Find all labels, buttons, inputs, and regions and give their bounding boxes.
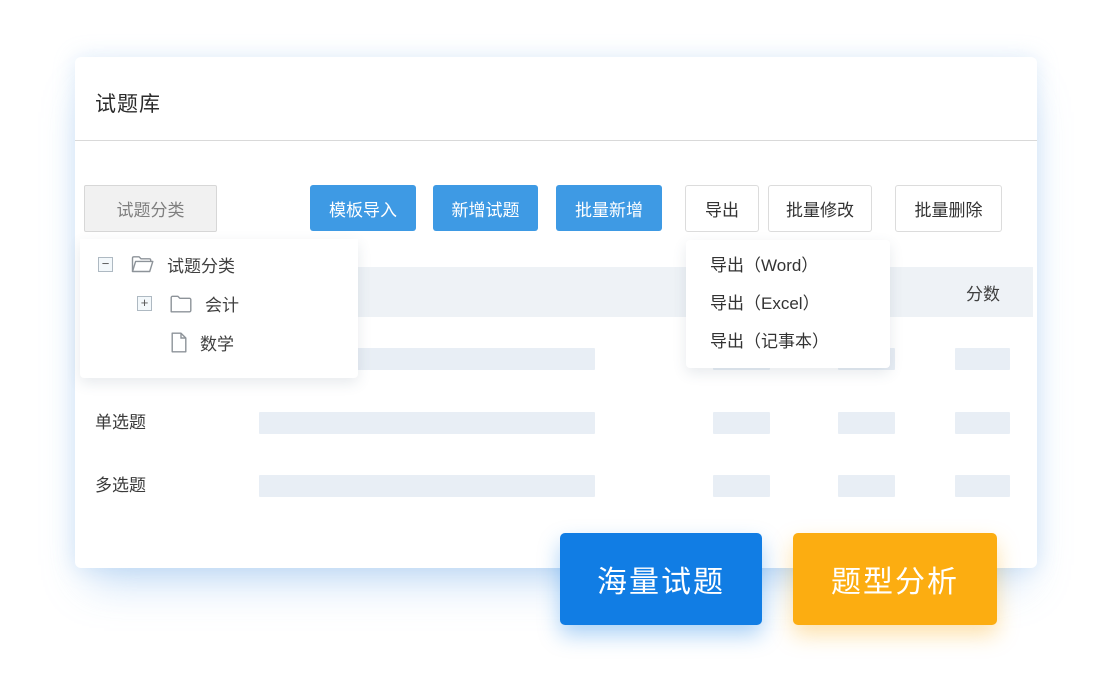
placeholder-cell [838, 412, 895, 434]
page-title: 试题库 [95, 88, 161, 118]
folder-closed-icon [170, 295, 192, 313]
score-column-header: 分数 [966, 280, 1000, 305]
folder-open-icon [131, 255, 154, 274]
tree-label: 会计 [205, 291, 239, 316]
placeholder-cell [713, 475, 770, 497]
batch-edit-button[interactable]: 批量修改 [768, 185, 872, 232]
question-bank-card: 试题库 试题分类 模板导入 新增试题 批量新增 导出 批量修改 批量删除 分数 … [75, 57, 1037, 568]
batch-add-button[interactable]: 批量新增 [556, 185, 662, 231]
tree-label: 数学 [200, 330, 234, 355]
massive-questions-button[interactable]: 海量试题 [560, 533, 762, 625]
expand-toggle-icon[interactable]: + [137, 296, 152, 311]
category-select-label: 试题分类 [117, 196, 185, 221]
export-dropdown: 导出（Word） 导出（Excel） 导出（记事本） [686, 240, 890, 368]
row-label-single-choice: 单选题 [95, 411, 146, 435]
placeholder-cell [713, 412, 770, 434]
placeholder-cell [955, 412, 1010, 434]
placeholder-bar [259, 412, 595, 434]
table-row: 单选题 [75, 411, 1037, 435]
menu-item-export-word[interactable]: 导出（Word） [686, 247, 890, 285]
file-icon [171, 332, 187, 353]
placeholder-bar [259, 475, 595, 497]
card-header: 试题库 [75, 57, 1037, 141]
collapse-toggle-icon[interactable]: − [98, 257, 113, 272]
template-import-button[interactable]: 模板导入 [310, 185, 416, 231]
row-label-multi-choice: 多选题 [95, 474, 146, 498]
category-select[interactable]: 试题分类 [84, 185, 217, 232]
placeholder-cell [955, 348, 1010, 370]
batch-delete-button[interactable]: 批量删除 [895, 185, 1002, 232]
question-type-analysis-button[interactable]: 题型分析 [793, 533, 997, 625]
tree-label: 试题分类 [167, 252, 235, 277]
menu-item-export-notepad[interactable]: 导出（记事本） [686, 323, 890, 361]
placeholder-cell [838, 475, 895, 497]
menu-item-export-excel[interactable]: 导出（Excel） [686, 285, 890, 323]
tree-item-category-root[interactable]: − 试题分类 [98, 252, 235, 277]
export-button[interactable]: 导出 [685, 185, 759, 232]
add-question-button[interactable]: 新增试题 [433, 185, 538, 231]
table-row: 多选题 [75, 474, 1037, 498]
category-tree-dropdown: − 试题分类 + 会计 [80, 239, 358, 378]
placeholder-cell [955, 475, 1010, 497]
tree-item-accounting[interactable]: + 会计 [137, 291, 239, 316]
tree-item-math[interactable]: 数学 [171, 330, 234, 355]
